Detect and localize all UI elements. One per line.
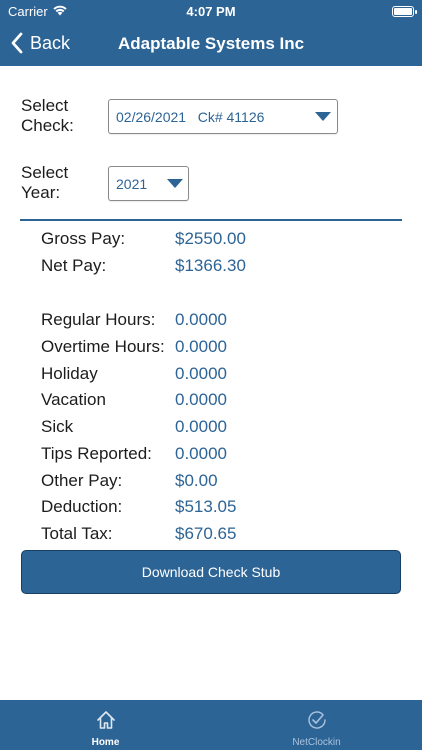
back-label: Back [30, 32, 71, 53]
row-label: Holiday [41, 364, 98, 383]
row-label: Sick [41, 417, 74, 436]
row-value: 0.0000 [175, 337, 227, 356]
page-title: Adaptable Systems Inc [118, 34, 305, 53]
row-value: $1366.30 [175, 256, 246, 275]
tab-netclockin[interactable]: NetClockin [211, 700, 422, 750]
section-divider [20, 219, 402, 221]
row-value: 0.0000 [175, 444, 227, 463]
app-header: Carrier 4:07 PM Back Adaptable Systems I… [0, 0, 422, 66]
download-check-stub-button[interactable]: Download Check Stub [21, 550, 401, 594]
row-label: Other Pay: [41, 471, 123, 490]
row-value: $670.65 [175, 524, 237, 543]
tab-netclockin-label: NetClockin [292, 737, 341, 748]
check-select[interactable]: 02/26/2021 Ck# 41126 [108, 99, 338, 134]
row-label: Vacation [41, 390, 106, 409]
status-bar: Carrier 4:07 PM [0, 0, 422, 22]
check-select-value: 02/26/2021 Ck# 41126 [116, 109, 265, 125]
row-value: 0.0000 [175, 417, 227, 436]
select-check-label: Select Check: [21, 96, 74, 135]
row-label: Deduction: [41, 497, 123, 516]
tab-home[interactable]: Home [0, 700, 211, 750]
row-label: Total Tax: [41, 524, 113, 543]
row-label: Overtime Hours: [41, 337, 165, 356]
tab-home-label: Home [91, 737, 120, 748]
tab-bar: Home NetClockin [0, 700, 422, 750]
status-time: 4:07 PM [186, 4, 236, 19]
year-select[interactable]: 2021 [108, 166, 189, 201]
row-label: Tips Reported: [41, 444, 152, 463]
year-select-value: 2021 [116, 176, 148, 192]
chevron-left-icon [11, 32, 23, 54]
row-label: Net Pay: [41, 256, 107, 275]
battery-icon [392, 6, 417, 17]
select-year-label: Select Year: [21, 163, 69, 202]
back-button[interactable]: Back [10, 32, 70, 54]
row-value: $513.05 [175, 497, 237, 516]
row-value: 0.0000 [175, 364, 227, 383]
row-label: Gross Pay: [41, 229, 126, 248]
caret-down-icon [167, 179, 183, 188]
home-icon [97, 711, 115, 729]
row-value: 0.0000 [175, 390, 227, 409]
caret-down-icon [315, 112, 331, 121]
row-value: 0.0000 [175, 310, 227, 329]
row-value: $2550.00 [175, 229, 246, 248]
row-label: Regular Hours: [41, 310, 156, 329]
checkmark-clock-icon [308, 711, 326, 729]
row-value: $0.00 [175, 471, 218, 490]
navigation-bar: Back Adaptable Systems Inc [0, 22, 422, 66]
